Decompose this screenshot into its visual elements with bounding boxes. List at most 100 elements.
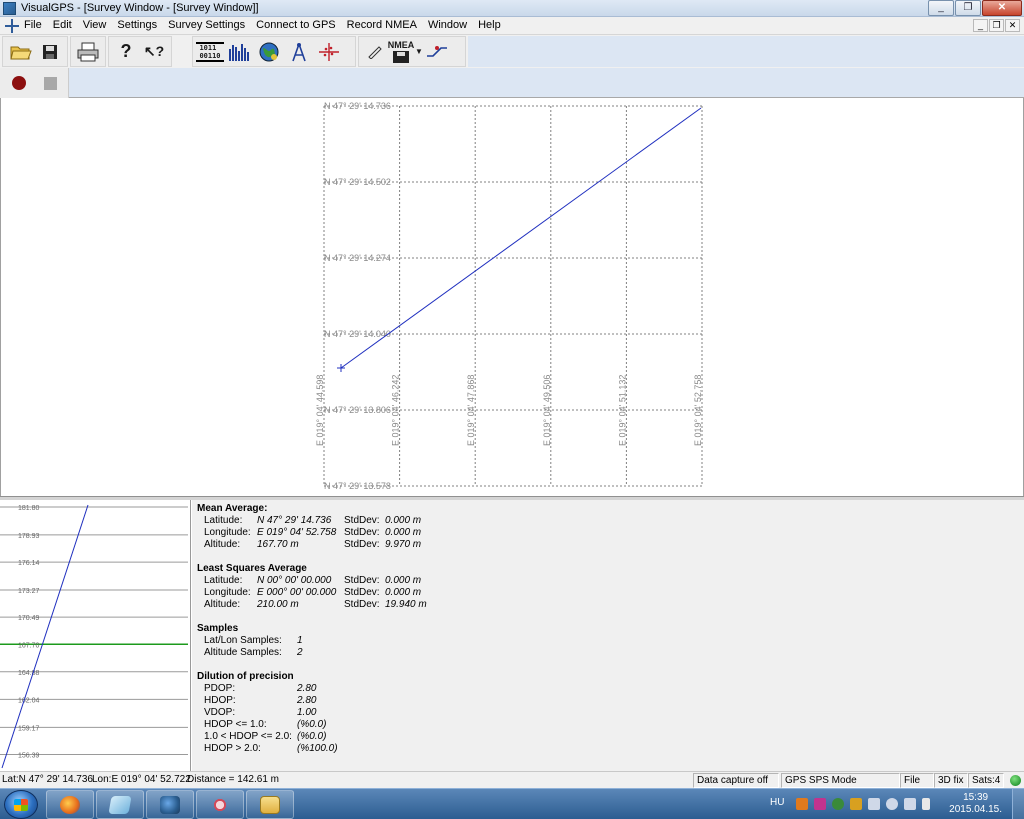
latitude-tick-label: N 47° 29' 13.578 [324, 481, 391, 491]
menu-file[interactable]: File [24, 19, 42, 31]
ls-latitude-stddev: 0.000 m [385, 575, 422, 586]
child-minimize-button[interactable]: _ [973, 19, 988, 32]
altitude-tick-label: 164.88 [18, 670, 40, 677]
altitude-samples-value: 2 [297, 647, 303, 658]
survey-plot-canvas: N 47° 29' 14.736 N 47° 29' 14.502 N 47° 29… [315, 101, 703, 491]
altitude-tick-label: 167.70 [18, 642, 40, 649]
tray-network-icon[interactable] [886, 798, 898, 810]
printer-icon[interactable] [74, 38, 102, 66]
tray-update-icon[interactable] [850, 798, 862, 810]
hdop-gt-2-label: HDOP > 2.0: [204, 743, 261, 754]
menu-view[interactable]: View [83, 19, 107, 31]
altitude-samples-label: Altitude Samples: [204, 647, 282, 658]
tray-display-icon[interactable] [904, 798, 916, 810]
menu-help[interactable]: Help [478, 19, 501, 31]
show-desktop-button[interactable] [1012, 789, 1024, 819]
ls-latitude-value: N 00° 00' 00.000 [257, 575, 332, 586]
open-folder-icon[interactable] [6, 38, 35, 66]
latlon-samples-value: 1 [297, 635, 303, 646]
context-help-icon[interactable]: ↖? [140, 38, 168, 66]
status-latitude: Lat:N 47° 29' 14.736 [2, 774, 93, 785]
help-icon[interactable]: ? [112, 38, 140, 66]
minimize-button[interactable]: _ [928, 0, 954, 16]
longitude-tick-label: E 019° 04' 49.506 [542, 375, 552, 446]
latitude-tick-label: N 47° 29' 14.502 [324, 177, 391, 187]
menu-window[interactable]: Window [428, 19, 467, 31]
binary-data-icon[interactable]: 1011 00110 [196, 41, 224, 62]
globe-icon[interactable] [254, 38, 284, 66]
notes-icon [108, 796, 132, 814]
pen-icon[interactable] [362, 38, 388, 66]
signal-bars-icon[interactable] [224, 38, 254, 66]
least-squares-heading: Least Squares Average [197, 563, 307, 574]
ls-longitude-value: E 000° 00' 00.000 [257, 587, 337, 598]
menu-edit[interactable]: Edit [53, 19, 72, 31]
ls-longitude-stddev: 0.000 m [385, 587, 422, 598]
taskbar-app-firefox[interactable] [46, 790, 94, 819]
mean-longitude-label: Longitude: [204, 527, 251, 538]
altitude-tick-label: 181.80 [18, 505, 40, 512]
tray-security-icon[interactable] [832, 798, 844, 810]
mean-latitude-label: Latitude: [204, 515, 243, 526]
mean-latitude-value: N 47° 29' 14.736 [257, 515, 332, 526]
status-longitude: Lon:E 019° 04' 52.722 [92, 774, 191, 785]
system-tray: HU 15:39 2015.04.15. [762, 789, 1024, 819]
save-disk-icon[interactable] [35, 38, 64, 66]
record-icon[interactable] [12, 76, 26, 90]
mean-average-heading: Mean Average: [197, 503, 268, 514]
ls-altitude-label: Altitude: [204, 599, 241, 610]
ls-altitude-stddev: 19.940 m [385, 599, 427, 610]
survey-track-line [340, 107, 702, 369]
restore-button[interactable]: ❐ [955, 0, 981, 16]
status-sats: Sats:4 [968, 773, 1004, 788]
clock-time: 15:39 [963, 792, 989, 803]
child-restore-button[interactable]: ❐ [989, 19, 1004, 32]
gps-status-led-icon [1010, 775, 1021, 786]
menu-record-nmea[interactable]: Record NMEA [347, 19, 417, 31]
ls-longitude-label: Longitude: [204, 587, 251, 598]
mean-longitude-stddev: 0.000 m [385, 527, 422, 538]
survey-scatter-icon[interactable] [314, 38, 344, 66]
taskbar-app-snipping-tool[interactable] [196, 790, 244, 819]
latitude-tick-label: N 47° 29' 13.806 [324, 405, 391, 415]
status-distance: Distance = 142.61 m [187, 774, 279, 785]
close-button[interactable]: ✕ [982, 0, 1022, 16]
clock[interactable]: 15:39 2015.04.15. [949, 792, 1002, 816]
tray-device-icon[interactable] [868, 798, 880, 810]
hdop-1-to-2-label: 1.0 < HDOP <= 2.0: [204, 731, 292, 742]
compass-icon[interactable] [284, 38, 314, 66]
survey-plot: N 47° 29' 14.736 N 47° 29' 14.502 N 47° 29… [0, 98, 1024, 498]
altitude-chart: 181.80 178.93 176.14 173.27 170.49 167.70 164.… [0, 500, 191, 771]
mean-altitude-label: Altitude: [204, 539, 241, 550]
nmea-record-icon[interactable]: NMEA [388, 38, 414, 66]
menu-settings[interactable]: Settings [117, 19, 157, 31]
pdop-value: 2.80 [297, 683, 317, 694]
altitude-tick-label: 176.14 [18, 560, 40, 567]
child-close-button[interactable]: ✕ [1005, 19, 1020, 32]
visualgps-icon [160, 796, 180, 814]
tray-app-icon[interactable] [796, 798, 808, 810]
start-button[interactable] [4, 790, 38, 819]
hdop-1-to-2-value: (%0.0) [297, 731, 327, 742]
survey-document-icon[interactable] [5, 19, 19, 33]
hdop-label: HDOP: [204, 695, 236, 706]
connection-icon[interactable] [424, 38, 450, 66]
snipping-tool-icon [210, 796, 230, 814]
ls-latitude-label: Latitude: [204, 575, 243, 586]
hdop-le-1-label: HDOP <= 1.0: [204, 719, 267, 730]
taskbar-app-notes[interactable] [96, 790, 144, 819]
chevron-down-icon[interactable]: ▼ [414, 38, 424, 66]
mean-altitude-value: 167.70 m [257, 539, 299, 550]
tray-media-icon[interactable] [814, 798, 826, 810]
menu-survey-settings[interactable]: Survey Settings [168, 19, 245, 31]
menu-connect-to-gps[interactable]: Connect to GPS [256, 19, 336, 31]
stop-icon[interactable] [44, 76, 57, 90]
taskbar: HU 15:39 2015.04.15. [0, 788, 1024, 819]
language-indicator[interactable]: HU [770, 797, 784, 808]
record-toolbar [0, 68, 1024, 98]
tray-flag-icon[interactable] [922, 798, 930, 810]
ls-altitude-stddev-label: StdDev: [344, 599, 380, 610]
taskbar-app-visualgps[interactable] [146, 790, 194, 819]
taskbar-app-explorer[interactable] [246, 790, 294, 819]
window-title: VisualGPS - [Survey Window - [Survey Win… [21, 2, 259, 14]
